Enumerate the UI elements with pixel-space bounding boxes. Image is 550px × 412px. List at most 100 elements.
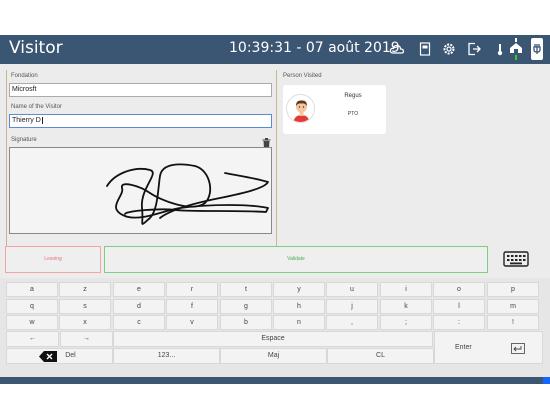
home-status-icon xyxy=(508,38,524,60)
person-visited-label: Person Visited xyxy=(283,73,322,79)
key-row2-3-label: f xyxy=(191,303,193,310)
key-row2-8[interactable]: l xyxy=(433,299,485,314)
visitor-name-value: Thierry D xyxy=(12,117,41,124)
key-row1-9[interactable]: p xyxy=(487,282,539,297)
key-row2-7[interactable]: k xyxy=(380,299,432,314)
enter-arrow-icon xyxy=(511,343,525,354)
key-row2-2[interactable]: d xyxy=(113,299,165,314)
cloud-icon[interactable] xyxy=(389,41,405,57)
key-row1-6[interactable]: u xyxy=(326,282,378,297)
key-row2-5-label: h xyxy=(297,303,301,310)
person-role: PTO xyxy=(347,111,359,117)
key-row3-1[interactable]: x xyxy=(59,315,111,330)
key-row3-2-label: c xyxy=(137,319,141,326)
key-row2-0[interactable]: q xyxy=(6,299,58,314)
document-icon[interactable] xyxy=(417,41,433,57)
key-row3-5-label: n xyxy=(297,319,301,326)
shift-key-label: Maj xyxy=(267,352,280,359)
key-row3-0[interactable]: w xyxy=(6,315,58,330)
space-key[interactable]: Espace xyxy=(113,331,433,347)
key-row3-6-label: , xyxy=(351,319,353,326)
key-row3-2[interactable]: c xyxy=(113,315,165,330)
bottom-accent xyxy=(543,377,550,384)
key-row1-6-label: u xyxy=(350,286,354,293)
key-row2-1-label: s xyxy=(83,303,87,310)
keyboard-icon[interactable] xyxy=(503,250,529,268)
key-row1-5[interactable]: y xyxy=(273,282,325,297)
key-row1-7[interactable]: i xyxy=(380,282,432,297)
key-row3-1-label: x xyxy=(83,319,87,326)
arrow-right-key[interactable]: → xyxy=(60,331,113,347)
gear-icon[interactable] xyxy=(441,41,457,57)
trash-icon[interactable] xyxy=(262,135,271,148)
key-row3-8-label: : xyxy=(458,319,460,326)
key-row1-1-label: z xyxy=(83,286,87,293)
signature-label: Signature xyxy=(11,137,37,143)
person-card[interactable]: Regus PTO xyxy=(283,85,386,134)
key-row1-1[interactable]: z xyxy=(59,282,111,297)
key-row2-6-label: j xyxy=(351,303,353,310)
key-row2-3[interactable]: f xyxy=(166,299,218,314)
key-row1-4[interactable]: t xyxy=(220,282,272,297)
key-row3-9[interactable]: ! xyxy=(487,315,539,330)
arrow-left-key[interactable]: ← xyxy=(6,331,59,347)
key-row1-2-label: e xyxy=(137,286,141,293)
arrow-right-key-label: → xyxy=(83,335,90,342)
arrow-left-key-label: ← xyxy=(29,335,36,342)
key-row2-4[interactable]: g xyxy=(220,299,272,314)
clear-key-label: CL xyxy=(376,352,385,359)
key-row2-5[interactable]: h xyxy=(273,299,325,314)
shift-key[interactable]: Maj xyxy=(220,348,327,364)
page-title: Visitor xyxy=(9,38,63,58)
power-plug-icon[interactable] xyxy=(531,38,543,60)
key-row1-5-label: y xyxy=(297,286,301,293)
key-row1-2[interactable]: e xyxy=(113,282,165,297)
virtual-keyboard: a z e r t y u i o p q s d f g h j k l m w x c v b n,;:! ← → Espace De… xyxy=(0,278,550,377)
numbers-key-label: 123... xyxy=(157,352,176,359)
key-row2-7-label: k xyxy=(404,303,408,310)
backspace-icon xyxy=(39,351,57,362)
key-row2-4-label: g xyxy=(244,303,248,310)
key-row1-3[interactable]: r xyxy=(166,282,218,297)
avatar xyxy=(286,94,315,123)
visitor-name-label: Name of the Visitor xyxy=(11,104,62,110)
key-row1-0[interactable]: a xyxy=(6,282,58,297)
clear-key[interactable]: CL xyxy=(327,348,434,364)
key-row3-4[interactable]: b xyxy=(220,315,272,330)
foundation-label: Fondation xyxy=(11,73,38,79)
key-row2-1[interactable]: s xyxy=(59,299,111,314)
logout-icon[interactable] xyxy=(466,41,482,57)
key-row3-3[interactable]: v xyxy=(166,315,218,330)
key-row1-3-label: r xyxy=(190,286,194,293)
enter-key[interactable]: Enter xyxy=(434,331,543,364)
form-border-left xyxy=(6,70,7,269)
signature-pad[interactable] xyxy=(9,147,272,234)
person-name: Regus xyxy=(344,93,362,99)
key-row3-8[interactable]: : xyxy=(433,315,485,330)
key-row1-8[interactable]: o xyxy=(433,282,485,297)
datetime-display: 10:39:31 - 07 août 2019 xyxy=(229,40,400,56)
key-row3-9-label: ! xyxy=(512,319,514,326)
key-row2-9-label: m xyxy=(510,303,516,310)
visitor-name-input[interactable]: Thierry D xyxy=(9,114,272,128)
key-row2-9[interactable]: m xyxy=(487,299,539,314)
numbers-key[interactable]: 123... xyxy=(113,348,220,364)
key-row1-7-label: i xyxy=(405,286,407,293)
app-screen: Visitor 10:39:31 - 07 août 2019 Fondatio… xyxy=(0,35,550,384)
key-row3-6[interactable]: , xyxy=(326,315,378,330)
key-row3-7[interactable]: ; xyxy=(380,315,432,330)
del-key[interactable]: Del xyxy=(6,348,113,364)
key-row2-0-label: q xyxy=(30,303,34,310)
key-row3-4-label: b xyxy=(244,319,248,326)
leaving-button[interactable]: Leaving xyxy=(5,246,101,273)
key-row3-7-label: ; xyxy=(405,319,407,326)
key-row2-2-label: d xyxy=(137,303,141,310)
header-bar: Visitor 10:39:31 - 07 août 2019 xyxy=(0,35,550,64)
key-row2-8-label: l xyxy=(458,303,460,310)
validate-button[interactable]: Validate xyxy=(104,246,488,273)
key-row1-8-label: o xyxy=(457,286,461,293)
foundation-input[interactable]: Microsft xyxy=(9,83,272,97)
key-row2-6[interactable]: j xyxy=(326,299,378,314)
key-row3-5[interactable]: n xyxy=(273,315,325,330)
key-row3-3-label: v xyxy=(190,319,194,326)
